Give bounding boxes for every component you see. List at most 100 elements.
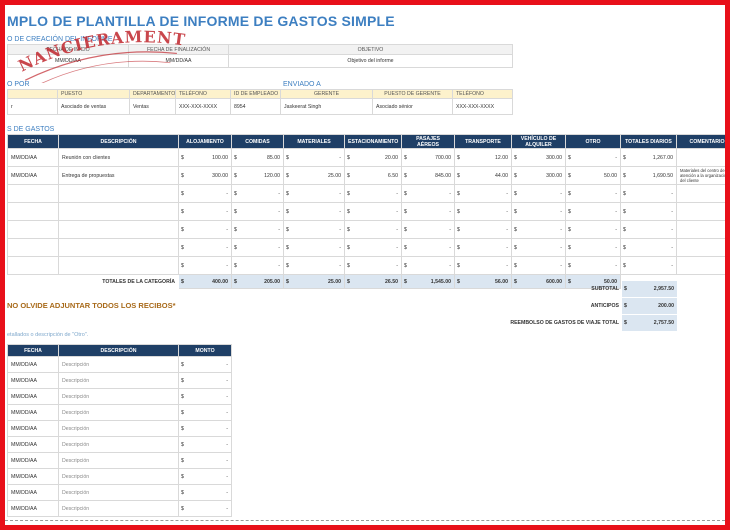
- manager-phone-cell[interactable]: XXX-XXX-XXXX: [452, 98, 513, 115]
- other-date-cell[interactable]: MM/DD/AA: [7, 420, 59, 437]
- expense-amount-cell[interactable]: $300.00: [511, 148, 566, 167]
- expense-date-cell[interactable]: MM/DD/AA: [7, 148, 59, 167]
- other-amount-cell[interactable]: $ -: [178, 436, 232, 453]
- expense-amount-cell[interactable]: $ -: [620, 238, 677, 257]
- expense-amount-cell[interactable]: $1,267.00: [620, 148, 677, 167]
- expense-amount-cell[interactable]: $300.00: [178, 166, 232, 185]
- employee-id-cell[interactable]: 8954: [230, 98, 281, 115]
- expense-amount-cell[interactable]: $ -: [283, 202, 345, 221]
- end-date-cell[interactable]: MM/DD/AA: [128, 54, 229, 68]
- expense-amount-cell[interactable]: $ -: [511, 256, 566, 275]
- expense-amount-cell[interactable]: $ -: [401, 202, 455, 221]
- expense-amount-cell[interactable]: $ -: [231, 238, 284, 257]
- other-description-cell[interactable]: Descripción: [58, 484, 179, 501]
- expense-description-cell[interactable]: [58, 256, 179, 275]
- expense-amount-cell[interactable]: $ -: [283, 184, 345, 203]
- other-amount-cell[interactable]: $ -: [178, 452, 232, 469]
- expense-amount-cell[interactable]: $ -: [511, 238, 566, 257]
- start-date-cell[interactable]: MM/DD/AA: [7, 54, 129, 68]
- other-description-cell[interactable]: Descripción: [58, 388, 179, 405]
- expense-amount-cell[interactable]: $ -: [231, 184, 284, 203]
- expense-amount-cell[interactable]: $20.00: [344, 148, 402, 167]
- other-date-cell[interactable]: MM/DD/AA: [7, 452, 59, 469]
- other-description-cell[interactable]: Descripción: [58, 372, 179, 389]
- expense-amount-cell[interactable]: $ -: [511, 184, 566, 203]
- expense-comment-cell[interactable]: [676, 184, 725, 203]
- expense-amount-cell[interactable]: $ -: [454, 238, 512, 257]
- expense-amount-cell[interactable]: $ -: [178, 256, 232, 275]
- other-date-cell[interactable]: MM/DD/AA: [7, 484, 59, 501]
- expense-amount-cell[interactable]: $ -: [620, 184, 677, 203]
- expense-amount-cell[interactable]: $ -: [401, 220, 455, 239]
- other-description-cell[interactable]: Descripción: [58, 500, 179, 517]
- expense-amount-cell[interactable]: $12.00: [454, 148, 512, 167]
- other-amount-cell[interactable]: $ -: [178, 420, 232, 437]
- phone-cell[interactable]: XXX-XXX-XXXX: [175, 98, 231, 115]
- expense-amount-cell[interactable]: $ -: [401, 256, 455, 275]
- expense-amount-cell[interactable]: $50.00: [565, 166, 621, 185]
- other-date-cell[interactable]: MM/DD/AA: [7, 436, 59, 453]
- other-description-cell[interactable]: Descripción: [58, 404, 179, 421]
- expense-amount-cell[interactable]: $ -: [454, 184, 512, 203]
- expense-amount-cell[interactable]: $ -: [283, 238, 345, 257]
- expense-amount-cell[interactable]: $85.00: [231, 148, 284, 167]
- expense-amount-cell[interactable]: $ -: [283, 148, 345, 167]
- expense-amount-cell[interactable]: $300.00: [511, 166, 566, 185]
- expense-amount-cell[interactable]: $ -: [401, 184, 455, 203]
- expense-description-cell[interactable]: [58, 238, 179, 257]
- expense-amount-cell[interactable]: $ -: [344, 184, 402, 203]
- expense-amount-cell[interactable]: $ -: [511, 202, 566, 221]
- expense-amount-cell[interactable]: $ -: [231, 256, 284, 275]
- expense-amount-cell[interactable]: $100.00: [178, 148, 232, 167]
- expense-amount-cell[interactable]: $845.00: [401, 166, 455, 185]
- other-description-cell[interactable]: Descripción: [58, 452, 179, 469]
- other-amount-cell[interactable]: $ -: [178, 356, 232, 373]
- expense-amount-cell[interactable]: $ -: [344, 202, 402, 221]
- objective-cell[interactable]: Objetivo del informe: [228, 54, 513, 68]
- other-amount-cell[interactable]: $ -: [178, 468, 232, 485]
- other-date-cell[interactable]: MM/DD/AA: [7, 388, 59, 405]
- expense-date-cell[interactable]: [7, 238, 59, 257]
- expense-comment-cell[interactable]: [676, 148, 725, 167]
- expense-amount-cell[interactable]: $ -: [454, 256, 512, 275]
- expense-description-cell[interactable]: [58, 220, 179, 239]
- expense-amount-cell[interactable]: $6.50: [344, 166, 402, 185]
- expense-amount-cell[interactable]: $ -: [565, 148, 621, 167]
- expense-amount-cell[interactable]: $ -: [620, 202, 677, 221]
- other-date-cell[interactable]: MM/DD/AA: [7, 372, 59, 389]
- expense-amount-cell[interactable]: $ -: [178, 220, 232, 239]
- other-date-cell[interactable]: MM/DD/AA: [7, 404, 59, 421]
- other-description-cell[interactable]: Descripción: [58, 468, 179, 485]
- manager-cell[interactable]: Jaskeerat Singh: [280, 98, 373, 115]
- expense-comment-cell[interactable]: [676, 256, 725, 275]
- expense-date-cell[interactable]: MM/DD/AA: [7, 166, 59, 185]
- expense-amount-cell[interactable]: $25.00: [283, 166, 345, 185]
- expense-amount-cell[interactable]: $1,690.50: [620, 166, 677, 185]
- other-description-cell[interactable]: Descripción: [58, 436, 179, 453]
- expense-amount-cell[interactable]: $ -: [344, 256, 402, 275]
- expense-amount-cell[interactable]: $ -: [401, 238, 455, 257]
- expense-amount-cell[interactable]: $ -: [344, 220, 402, 239]
- other-amount-cell[interactable]: $ -: [178, 500, 232, 517]
- expense-amount-cell[interactable]: $ -: [565, 202, 621, 221]
- expense-description-cell[interactable]: [58, 202, 179, 221]
- other-date-cell[interactable]: MM/DD/AA: [7, 500, 59, 517]
- other-date-cell[interactable]: MM/DD/AA: [7, 356, 59, 373]
- expense-amount-cell[interactable]: $ -: [565, 184, 621, 203]
- expense-amount-cell[interactable]: $ -: [283, 256, 345, 275]
- expense-amount-cell[interactable]: $ -: [511, 220, 566, 239]
- position-cell[interactable]: Asociado de ventas: [57, 98, 130, 115]
- expense-date-cell[interactable]: [7, 220, 59, 239]
- expense-date-cell[interactable]: [7, 202, 59, 221]
- expense-amount-cell[interactable]: $ -: [178, 202, 232, 221]
- expense-amount-cell[interactable]: $44.00: [454, 166, 512, 185]
- expense-comment-cell[interactable]: Materiales del centro de atención a la o…: [676, 166, 725, 185]
- manager-position-cell[interactable]: Asociado sénior: [372, 98, 453, 115]
- other-description-cell[interactable]: Descripción: [58, 356, 179, 373]
- other-amount-cell[interactable]: $ -: [178, 404, 232, 421]
- other-amount-cell[interactable]: $ -: [178, 484, 232, 501]
- department-cell[interactable]: Ventas: [129, 98, 176, 115]
- expense-amount-cell[interactable]: $ -: [454, 202, 512, 221]
- expense-amount-cell[interactable]: $ -: [620, 220, 677, 239]
- expense-description-cell[interactable]: [58, 184, 179, 203]
